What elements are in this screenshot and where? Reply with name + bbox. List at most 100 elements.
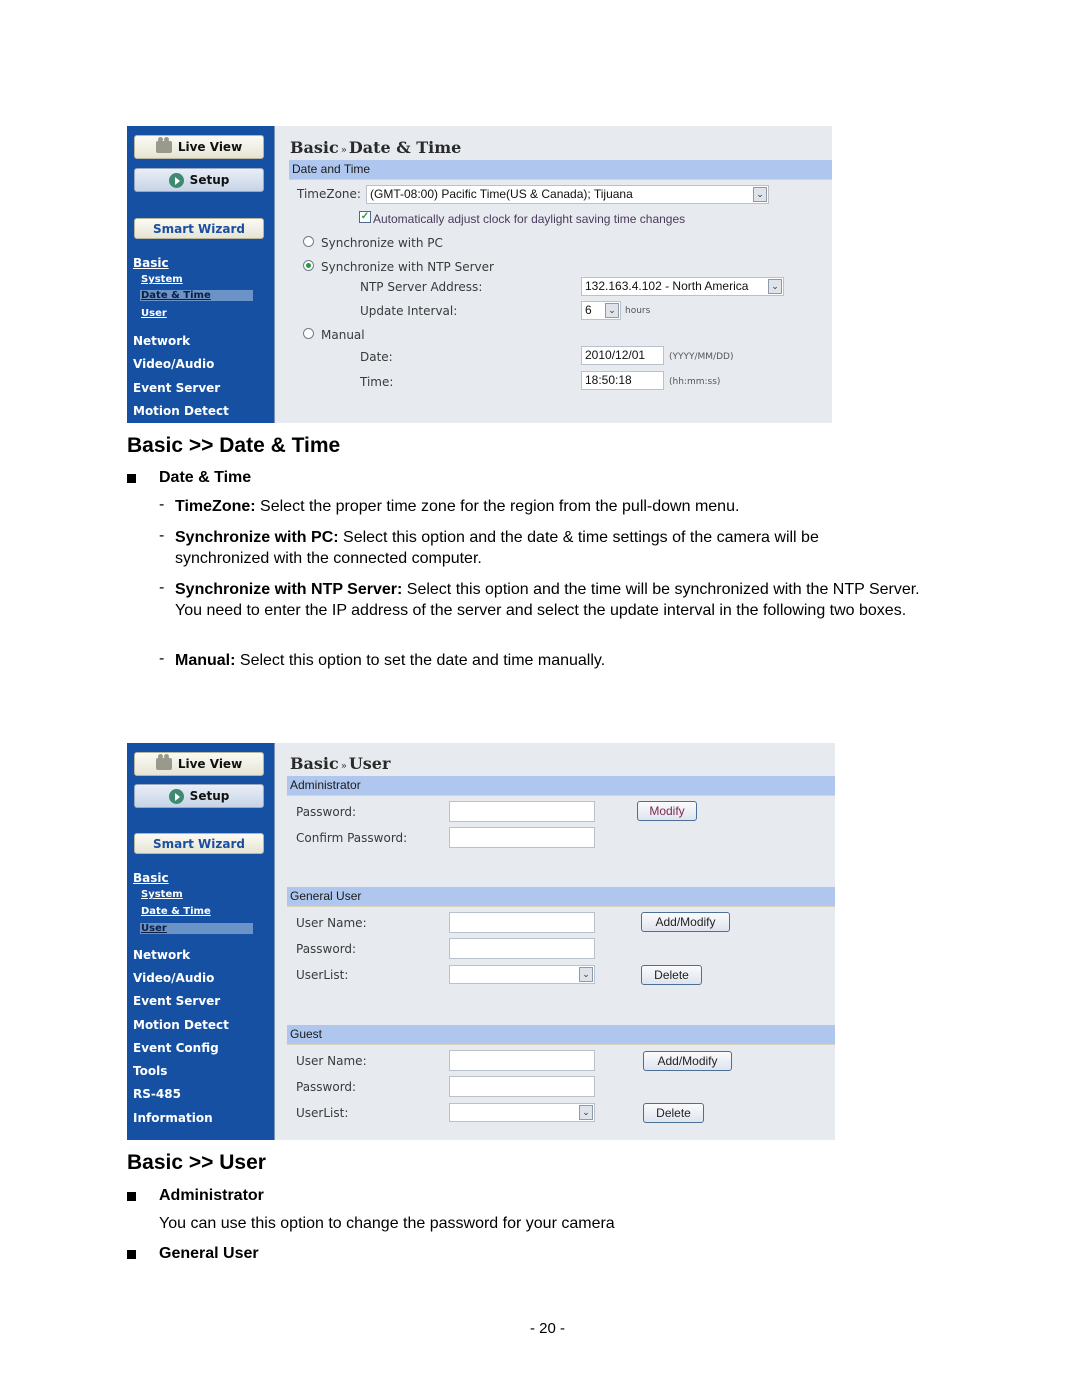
setup-play-icon (168, 788, 184, 804)
sidebar-subitem-system[interactable]: System (141, 889, 183, 900)
page-number: - 20 - (529, 1320, 565, 1337)
bullet-icon (127, 1192, 136, 1201)
sync-ntp-label: Synchronize with NTP Server (321, 260, 494, 274)
general-password-label: Password: (296, 942, 357, 956)
guest-add-modify-button[interactable]: Add/Modify (643, 1051, 732, 1071)
page-title: Basic» User (290, 754, 391, 773)
general-username-input[interactable] (449, 912, 595, 933)
subheading-date-time: Date & Time (159, 469, 252, 486)
dash-marker: - (159, 579, 165, 596)
sidebar-item-network[interactable]: Network (133, 948, 190, 962)
general-userlist-label: UserList: (296, 968, 349, 982)
desc-sync-pc: Synchronize with PC: Select this option … (175, 529, 819, 567)
desc-manual: Manual: Select this option to set the da… (175, 652, 606, 669)
admin-password-label: Password: (296, 805, 357, 819)
general-add-modify-button[interactable]: Add/Modify (641, 912, 730, 932)
dash-marker: - (159, 496, 165, 513)
camera-icon (155, 754, 172, 770)
manual-label: Manual (321, 328, 365, 342)
chevron-down-icon: ⌄ (579, 1105, 593, 1120)
date-label: Date: (360, 350, 393, 364)
timezone-select[interactable]: (GMT-08:00) Pacific Time(US & Canada); T… (366, 185, 769, 204)
section-header-administrator: Administrator (287, 776, 835, 796)
chevron-down-icon: ⌄ (579, 967, 593, 982)
guest-userlist-select[interactable]: ⌄ (449, 1103, 595, 1122)
sidebar-item-motion-detect[interactable]: Motion Detect (133, 404, 229, 418)
sync-pc-radio[interactable] (303, 236, 314, 247)
modify-button[interactable]: Modify (637, 801, 697, 821)
sidebar-item-basic[interactable]: Basic (133, 871, 169, 885)
sidebar-subitem-date-time[interactable]: Date & Time (140, 290, 253, 301)
smart-wizard-button[interactable]: Smart Wizard (134, 833, 264, 854)
setup-button[interactable]: Setup (134, 168, 264, 192)
sidebar-item-information[interactable]: Information (133, 1111, 213, 1125)
smart-wizard-button[interactable]: Smart Wizard (134, 218, 264, 239)
date-format-hint: (YYYY/MM/DD) (669, 352, 734, 362)
administrator-description: You can use this option to change the pa… (159, 1215, 615, 1232)
section-heading-date-time: Basic >> Date & Time (127, 434, 341, 457)
setup-button[interactable]: Setup (134, 784, 264, 808)
sidebar-subitem-user[interactable]: User (141, 308, 167, 319)
sidebar-subitem-user[interactable]: User (140, 923, 253, 934)
user-screenshot: Live View Setup Smart Wizard Basic Syste… (127, 743, 835, 1140)
sidebar: Live View Setup Smart Wizard Basic Syste… (127, 126, 275, 423)
admin-confirm-password-input[interactable] (449, 827, 595, 848)
camera-icon (155, 137, 172, 153)
admin-password-input[interactable] (449, 801, 595, 822)
desc-sync-ntp: Synchronize with NTP Server: Select this… (175, 581, 920, 619)
general-userlist-select[interactable]: ⌄ (449, 965, 595, 984)
chevron-down-icon: ⌄ (753, 187, 767, 202)
guest-password-input[interactable] (449, 1076, 595, 1097)
sidebar: Live View Setup Smart Wizard Basic Syste… (127, 743, 275, 1140)
page-title: Basic» Date & Time (290, 138, 462, 157)
dash-marker: - (159, 650, 165, 667)
time-format-hint: (hh:mm:ss) (669, 377, 721, 387)
update-interval-label: Update Interval: (360, 304, 458, 318)
dst-label: Automatically adjust clock for daylight … (373, 212, 686, 226)
main-panel: Basic» Date & Time Date and Time TimeZone… (275, 126, 832, 423)
sidebar-subitem-date-time[interactable]: Date & Time (141, 906, 211, 917)
sidebar-item-network[interactable]: Network (133, 334, 190, 348)
sidebar-item-tools[interactable]: Tools (133, 1064, 167, 1078)
section-heading-user: Basic >> User (127, 1151, 266, 1174)
live-view-button[interactable]: Live View (134, 135, 264, 159)
guest-username-input[interactable] (449, 1050, 595, 1071)
chevron-down-icon: ⌄ (605, 303, 619, 318)
sync-ntp-radio[interactable] (303, 260, 314, 271)
update-interval-select[interactable]: 6 ⌄ (581, 301, 621, 320)
bullet-icon (127, 474, 136, 483)
ntp-server-select[interactable]: 132.163.4.102 - North America ⌄ (581, 277, 784, 296)
general-delete-button[interactable]: Delete (641, 965, 702, 985)
setup-play-icon (168, 172, 184, 188)
sidebar-item-motion-detect[interactable]: Motion Detect (133, 1018, 229, 1032)
bullet-icon (127, 1250, 136, 1259)
general-username-label: User Name: (296, 916, 367, 930)
admin-confirm-password-label: Confirm Password: (296, 831, 408, 845)
section-header-date-and-time: Date and Time (289, 160, 832, 180)
timezone-label: TimeZone: (297, 187, 361, 201)
date-time-screenshot: Live View Setup Smart Wizard Basic Syste… (127, 126, 832, 423)
sidebar-item-event-config[interactable]: Event Config (133, 1041, 219, 1055)
sidebar-item-video-audio[interactable]: Video/Audio (133, 971, 214, 985)
sync-pc-label: Synchronize with PC (321, 236, 443, 250)
date-input[interactable]: 2010/12/01 (581, 346, 664, 365)
sidebar-subitem-system[interactable]: System (141, 274, 183, 285)
guest-delete-button[interactable]: Delete (643, 1103, 704, 1123)
dst-checkbox[interactable]: ✓ (359, 211, 371, 223)
sidebar-item-basic[interactable]: Basic (133, 256, 169, 270)
chevron-down-icon: ⌄ (768, 279, 782, 294)
guest-userlist-label: UserList: (296, 1106, 349, 1120)
sidebar-item-rs485[interactable]: RS-485 (133, 1087, 181, 1101)
time-label: Time: (360, 375, 394, 389)
sidebar-item-video-audio[interactable]: Video/Audio (133, 357, 214, 371)
subheading-administrator: Administrator (159, 1187, 264, 1204)
manual-radio[interactable] (303, 328, 314, 339)
time-input[interactable]: 18:50:18 (581, 371, 664, 390)
general-password-input[interactable] (449, 938, 595, 959)
ntp-address-label: NTP Server Address: (360, 280, 483, 294)
dash-marker: - (159, 527, 165, 544)
sidebar-item-event-server[interactable]: Event Server (133, 994, 220, 1008)
sidebar-item-event-server[interactable]: Event Server (133, 381, 220, 395)
section-header-guest: Guest (287, 1025, 835, 1045)
live-view-button[interactable]: Live View (134, 752, 264, 776)
